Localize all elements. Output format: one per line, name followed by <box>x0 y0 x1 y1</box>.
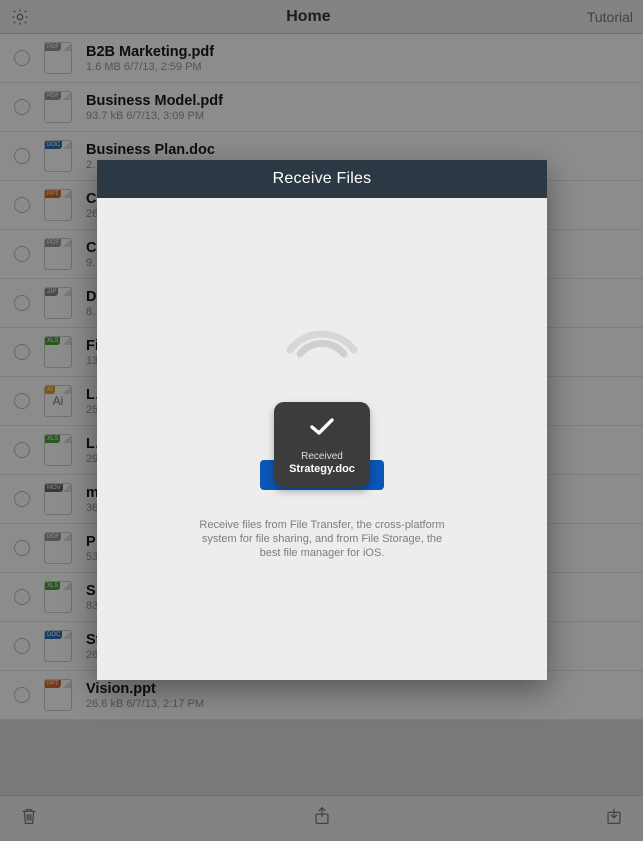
wireless-icon <box>282 318 362 358</box>
modal-title: Receive Files <box>97 160 547 198</box>
receive-files-modal: Receive Files Received Strategy.doc Rece… <box>97 160 547 680</box>
toast-status: Received <box>301 451 343 462</box>
checkmark-icon <box>308 416 336 441</box>
modal-body: Received Strategy.doc Receive files from… <box>97 198 547 680</box>
toast-filename: Strategy.doc <box>289 463 355 475</box>
received-toast: Received Strategy.doc <box>274 402 370 487</box>
modal-description: Receive files from File Transfer, the cr… <box>192 518 452 560</box>
